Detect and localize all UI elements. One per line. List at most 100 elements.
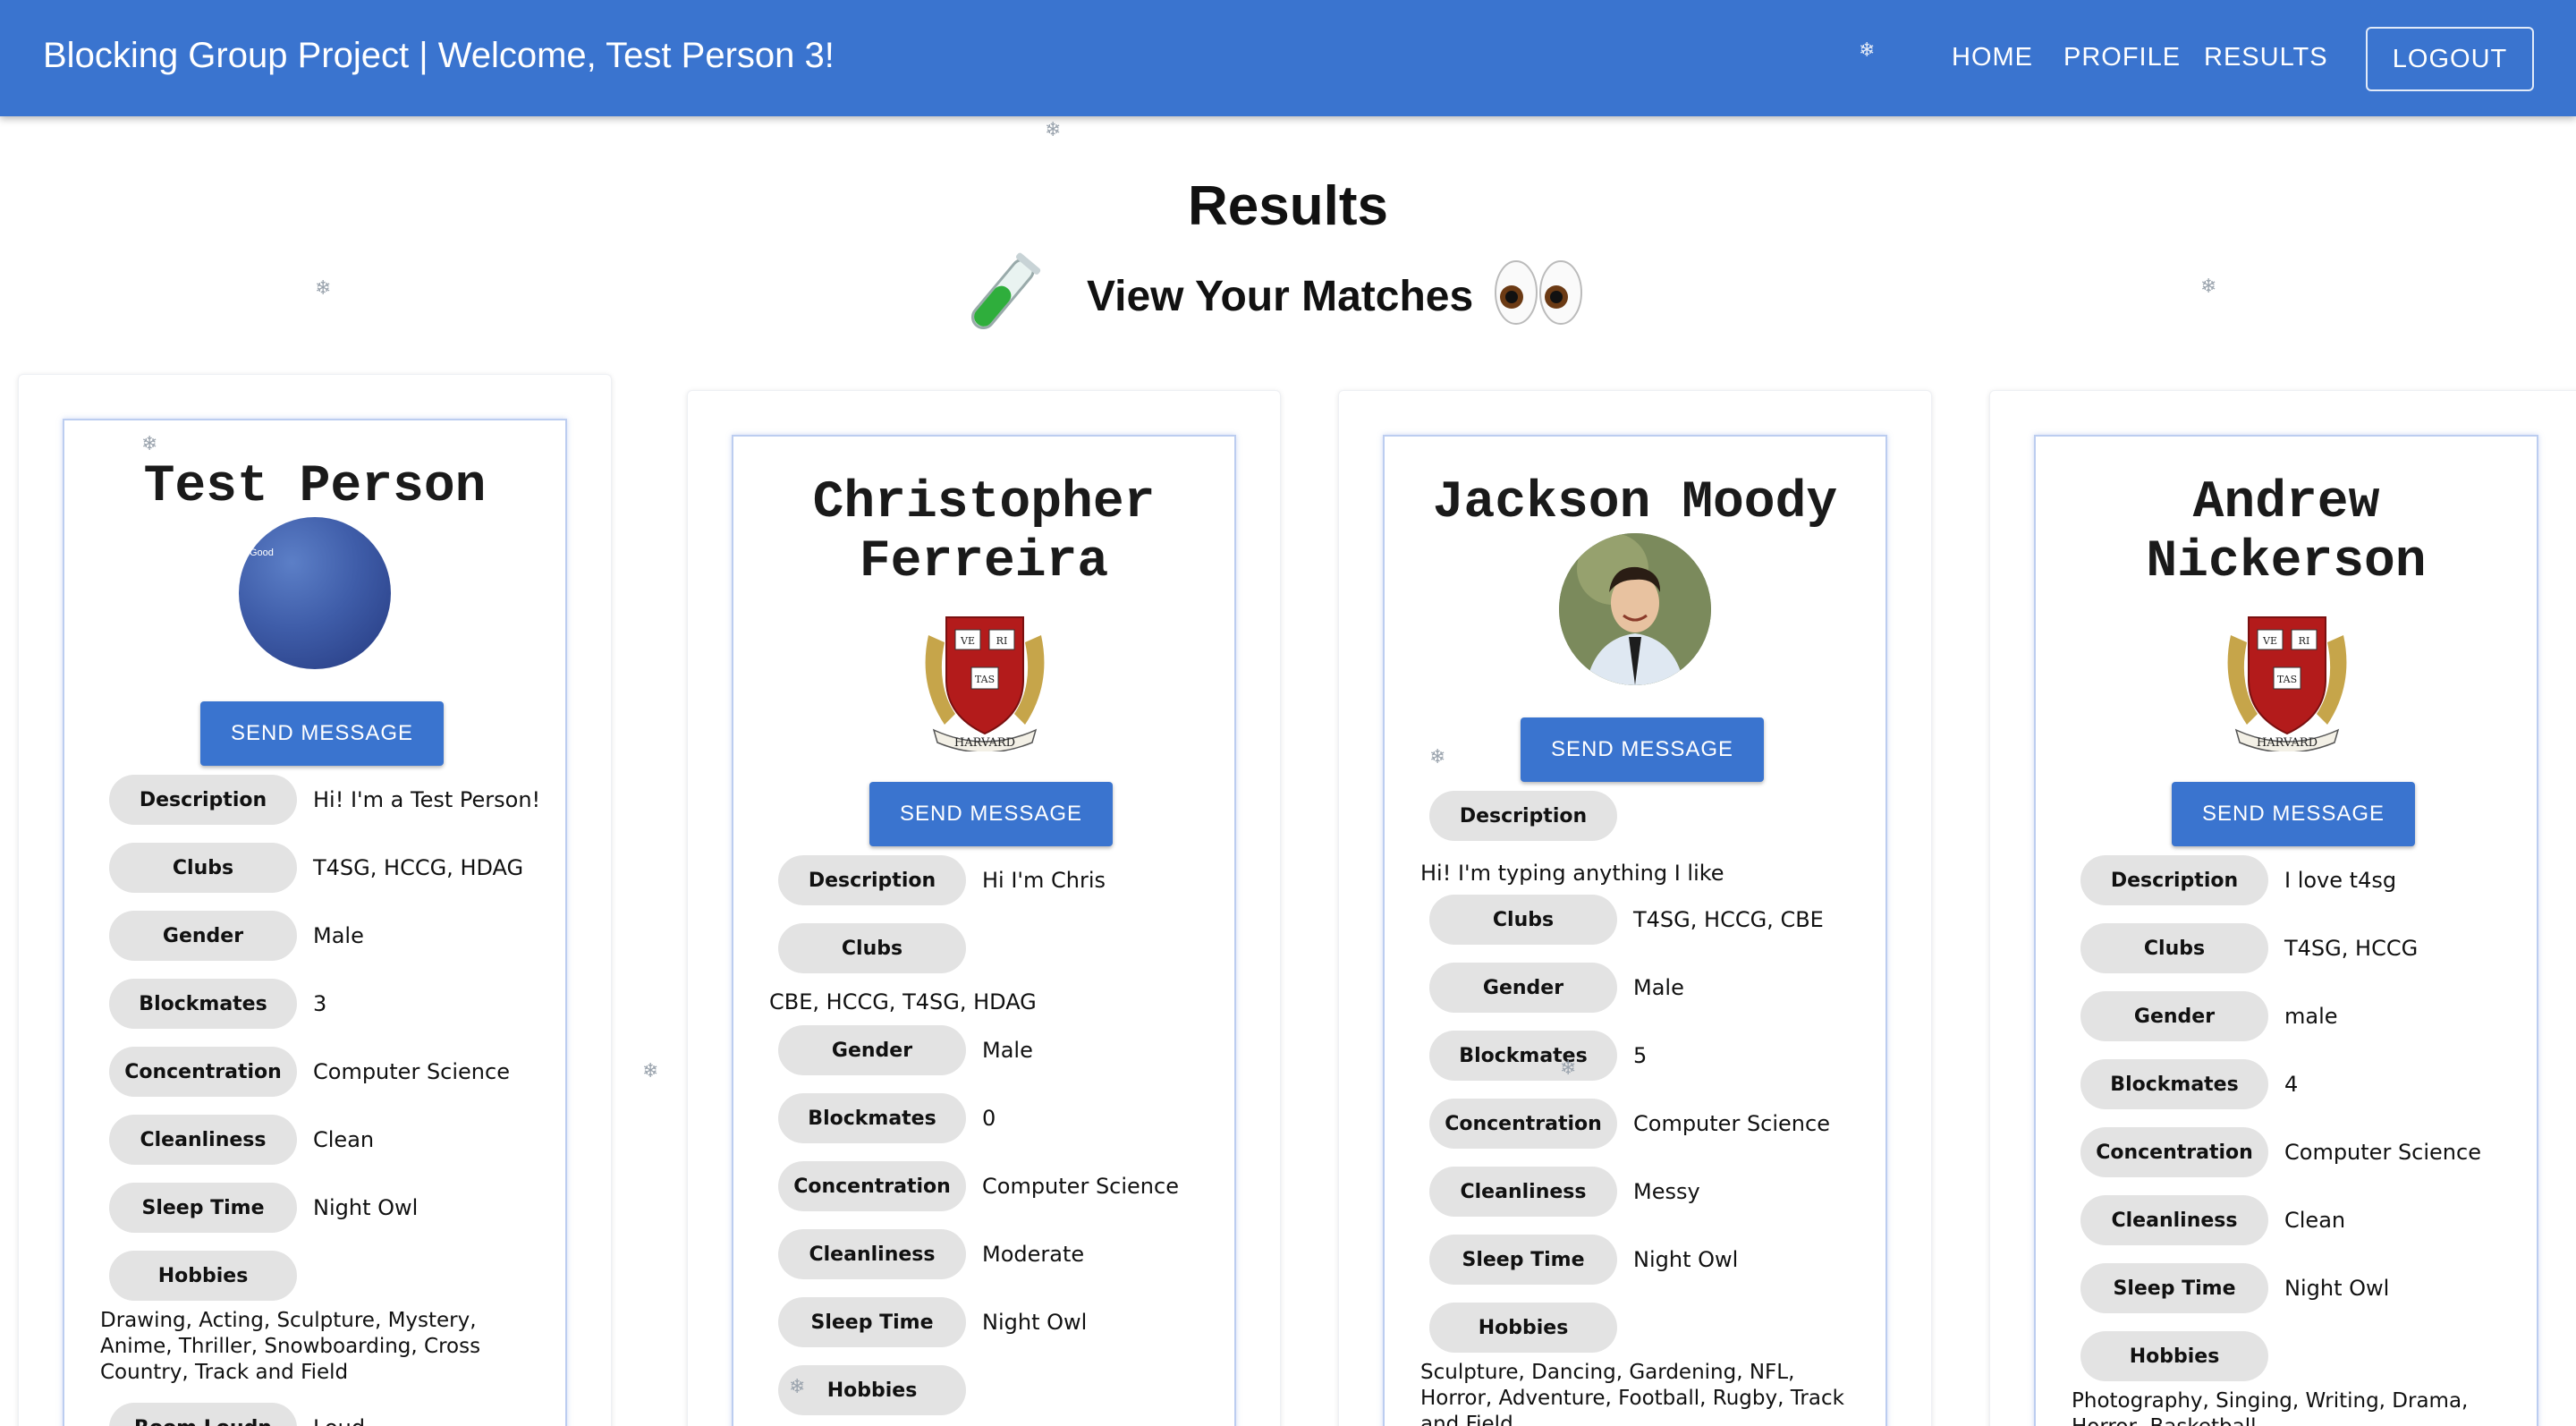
- send-message-button[interactable]: SEND MESSAGE: [2172, 782, 2415, 846]
- field-value: Computer Science: [313, 1059, 510, 1084]
- field-value: Drawing, Acting, Sculpture, Mystery, Ani…: [100, 1309, 481, 1384]
- field-label: Blockmates: [778, 1093, 966, 1143]
- send-message-button[interactable]: SEND MESSAGE: [1521, 717, 1764, 782]
- eyes-icon: [1495, 260, 1582, 325]
- field-value: T4SG, HCCG, HDAG: [313, 855, 524, 880]
- field-value: Hi! I'm typing anything I like: [1420, 861, 1724, 886]
- field-label: Sleep Time: [2080, 1263, 2268, 1313]
- profile-name-line-2: Ferreira: [859, 533, 1109, 591]
- field-label: Gender: [778, 1025, 966, 1075]
- nav-results[interactable]: RESULTS: [2204, 43, 2328, 72]
- avatar-text: Good: [250, 547, 274, 558]
- field-label: Hobbies: [1429, 1303, 1617, 1353]
- profile-card: Christopher Ferreira VE RI TAS HARVARD S…: [732, 435, 1236, 1426]
- field-value: male: [2284, 1004, 2338, 1029]
- field-label: Clubs: [778, 923, 966, 973]
- field-label: Room Loudn: [109, 1403, 297, 1426]
- snowflake-icon: ❄: [141, 433, 158, 455]
- harvard-crest-icon: VE RI TAS HARVARD: [2227, 616, 2347, 751]
- field-value: Loud: [313, 1415, 365, 1426]
- field-label: Hobbies: [109, 1251, 297, 1301]
- field-value: Male: [982, 1038, 1033, 1063]
- field-value: Computer Science: [2284, 1140, 2481, 1165]
- snowflake-icon: ❄: [1045, 119, 1062, 141]
- field-label: Description: [778, 855, 966, 905]
- field-label: Blockmates: [1429, 1031, 1617, 1081]
- field-value: Clean: [2284, 1208, 2346, 1233]
- field-value: Night Owl: [982, 1310, 1088, 1335]
- field-label: Gender: [1429, 963, 1617, 1013]
- crest-text: RI: [996, 635, 1008, 647]
- profile-name: Jackson Moody: [1432, 474, 1838, 532]
- avatar: [1559, 533, 1711, 685]
- field-label: Cleanliness: [2080, 1195, 2268, 1245]
- field-label: Sleep Time: [109, 1183, 297, 1233]
- field-value: 5: [1633, 1043, 1648, 1068]
- crest-text: VE: [2262, 635, 2277, 647]
- field-label: Blockmates: [109, 979, 297, 1029]
- field-value: I love t4sg: [2284, 868, 2397, 893]
- subtitle-row: View Your Matches: [0, 249, 2576, 338]
- snowflake-icon: ❄: [1429, 746, 1446, 768]
- field-label: Hobbies: [778, 1365, 966, 1415]
- crest-banner: HARVARD: [2257, 736, 2318, 750]
- field-label: Concentration: [778, 1161, 966, 1211]
- field-value: 0: [982, 1106, 996, 1131]
- app-bar: Blocking Group Project | Welcome, Test P…: [0, 0, 2576, 116]
- field-label: Gender: [109, 911, 297, 961]
- field-value: Hi! I'm a Test Person!: [313, 787, 541, 812]
- field-label: Concentration: [1429, 1099, 1617, 1149]
- field-value: T4SG, HCCG, CBE: [1633, 907, 1824, 932]
- send-message-button[interactable]: SEND MESSAGE: [869, 782, 1113, 846]
- field-label: Cleanliness: [109, 1115, 297, 1165]
- field-value: Clean: [313, 1127, 375, 1152]
- field-value: Male: [1633, 975, 1684, 1000]
- send-message-button[interactable]: SEND MESSAGE: [200, 701, 444, 766]
- nav-home[interactable]: HOME: [1952, 43, 2033, 72]
- field-label: Description: [109, 775, 297, 825]
- field-value: Photography, Singing, Writing, Drama, Ho…: [2072, 1389, 2469, 1426]
- field-label: Blockmates: [2080, 1059, 2268, 1109]
- crest-text: TAS: [2277, 674, 2297, 685]
- field-value: 3: [313, 991, 327, 1016]
- field-value: Moderate: [982, 1242, 1085, 1267]
- snowflake-icon: ❄: [1560, 1057, 1577, 1080]
- snowflake-icon: ❄: [642, 1060, 659, 1082]
- field-label: Concentration: [2080, 1127, 2268, 1177]
- field-label: Cleanliness: [1429, 1167, 1617, 1217]
- subtitle: View Your Matches: [1087, 273, 1474, 320]
- avatar: Good: [239, 517, 391, 669]
- harvard-crest-icon: VE RI TAS HARVARD: [925, 616, 1045, 751]
- field-label: Sleep Time: [778, 1297, 966, 1347]
- field-value: Night Owl: [313, 1195, 419, 1220]
- profile-name-line-1: Christopher: [812, 474, 1156, 532]
- logout-button[interactable]: LOGOUT: [2366, 27, 2534, 91]
- field-label: Cleanliness: [778, 1229, 966, 1279]
- field-label: Clubs: [109, 843, 297, 893]
- field-value: Computer Science: [1633, 1111, 1830, 1136]
- field-value: Messy: [1633, 1179, 1700, 1204]
- test-tube-icon: [970, 252, 1041, 330]
- crest-banner: HARVARD: [954, 736, 1015, 750]
- nav-profile[interactable]: PROFILE: [2063, 43, 2181, 72]
- field-value: Night Owl: [2284, 1276, 2390, 1301]
- crest-text: TAS: [975, 674, 995, 685]
- field-label: Concentration: [109, 1047, 297, 1097]
- crest-text: RI: [2299, 635, 2310, 647]
- field-label: Description: [1429, 791, 1617, 841]
- profile-card: Jackson Moody SEND MESSAGE ❄ Description…: [1383, 435, 1887, 1426]
- field-label: Gender: [2080, 991, 2268, 1041]
- field-value: Hi I'm Chris: [982, 868, 1106, 893]
- field-value: Male: [313, 923, 364, 948]
- profile-name-line-2: Nickerson: [2146, 533, 2427, 591]
- snowflake-icon: ❄: [789, 1376, 806, 1398]
- field-value: Sculpture, Dancing, Gardening, NFL, Horr…: [1420, 1361, 1844, 1426]
- field-label: Hobbies: [2080, 1331, 2268, 1381]
- field-value: CBE, HCCG, T4SG, HDAG: [769, 989, 1037, 1014]
- person-photo-icon: [1559, 533, 1711, 685]
- field-label: Description: [2080, 855, 2268, 905]
- profile-name: Test Person: [143, 458, 487, 516]
- profile-name-line-1: Andrew: [2192, 474, 2380, 532]
- field-value: Night Owl: [1633, 1247, 1739, 1272]
- field-label: Clubs: [1429, 895, 1617, 945]
